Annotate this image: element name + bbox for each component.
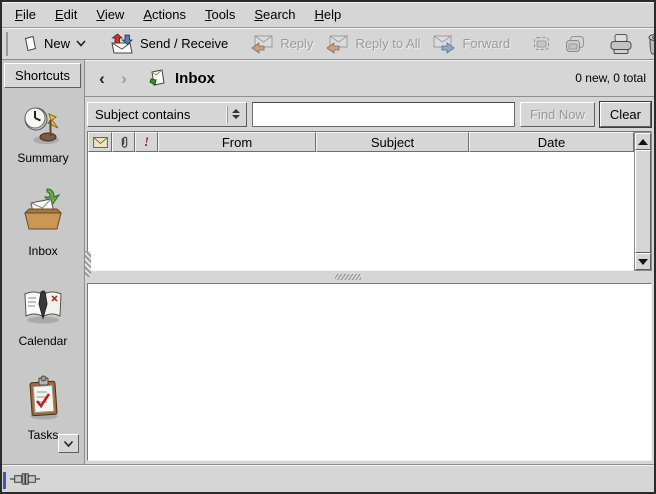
column-from[interactable]: From: [158, 132, 316, 152]
delete-button[interactable]: [640, 31, 656, 57]
clear-button[interactable]: Clear: [600, 102, 651, 127]
reply-to-all-label: Reply to All: [355, 36, 420, 51]
forward-label: Forward: [462, 36, 510, 51]
nav-back-arrow[interactable]: ‹: [95, 70, 109, 87]
nav-forward-arrow[interactable]: ›: [117, 70, 131, 87]
folder-title: Inbox: [175, 70, 215, 87]
summary-clock-icon: [22, 104, 64, 146]
send-receive-icon: [108, 33, 134, 55]
column-message-status[interactable]: [88, 132, 112, 152]
app-body: Shortcuts Summary: [2, 60, 654, 464]
sidebar-item-calendar-label[interactable]: Calendar: [2, 334, 84, 348]
message-status-envelope-icon: [93, 137, 108, 148]
sidebar-item-inbox-label[interactable]: Inbox: [2, 244, 84, 258]
pane-splitter[interactable]: [85, 271, 654, 283]
menu-file[interactable]: File: [15, 7, 36, 22]
message-list-header: ! From Subject Date: [88, 132, 651, 152]
menu-edit[interactable]: Edit: [55, 7, 77, 22]
sidebar-item-calendar[interactable]: [2, 286, 84, 326]
copy-to-folder-button[interactable]: [558, 33, 592, 55]
sidebar-scroll-down-button[interactable]: [58, 434, 79, 453]
message-list-scrollbar[interactable]: [634, 132, 652, 271]
sidebar-item-summary-label[interactable]: Summary: [2, 151, 84, 165]
menu-actions[interactable]: Actions: [143, 7, 186, 22]
send-receive-button[interactable]: Send / Receive: [102, 31, 234, 57]
column-from-label: From: [222, 135, 252, 150]
inbox-tray-icon: [21, 187, 65, 233]
new-button-label: New: [44, 36, 70, 51]
search-bar: Subject contains Find Now Clear: [85, 97, 654, 131]
find-now-label: Find Now: [530, 107, 585, 122]
sidebar-item-tasks[interactable]: [2, 375, 84, 421]
dropdown-spin-arrows-icon: [227, 106, 243, 123]
priority-exclamation-icon: !: [144, 134, 149, 150]
main-content: ‹ › Inbox 0 new, 0 total Subject contain…: [85, 60, 654, 464]
arrow-up-icon: [638, 139, 648, 145]
scrollbar-thumb[interactable]: [635, 150, 651, 253]
column-subject[interactable]: Subject: [316, 132, 469, 152]
splitter-grip[interactable]: [335, 274, 361, 280]
menubar: File Edit View Actions Tools Search Help: [2, 2, 654, 28]
reply-to-all-button[interactable]: Reply to All: [319, 32, 426, 56]
search-criteria-dropdown[interactable]: Subject contains: [87, 102, 247, 127]
shortcuts-label: Shortcuts: [15, 68, 70, 83]
inbox-folder-icon: [147, 68, 167, 88]
search-input[interactable]: [252, 102, 515, 127]
folder-header-bar: ‹ › Inbox 0 new, 0 total: [85, 60, 654, 97]
send-receive-label: Send / Receive: [140, 36, 228, 51]
column-priority[interactable]: !: [135, 132, 158, 152]
arrow-down-icon: [638, 259, 648, 265]
tasks-clipboard-icon: [22, 375, 64, 421]
move-to-folder-button[interactable]: [526, 33, 558, 55]
menu-help[interactable]: Help: [315, 7, 342, 22]
sidebar-item-summary[interactable]: [2, 104, 84, 146]
move-to-folder-icon: [532, 35, 552, 53]
find-now-button[interactable]: Find Now: [520, 102, 595, 127]
forward-icon: [432, 34, 456, 54]
shortcut-bar: Shortcuts Summary: [2, 60, 85, 464]
chevron-down-icon: [76, 40, 86, 47]
toolbar-drag-handle[interactable]: [6, 32, 8, 56]
message-list-rows[interactable]: [88, 152, 651, 270]
menu-search[interactable]: Search: [254, 7, 295, 22]
sidebar-item-inbox[interactable]: [2, 187, 84, 233]
new-message-icon: [22, 35, 38, 52]
column-attachment[interactable]: [112, 132, 135, 152]
reply-to-all-icon: [325, 34, 349, 54]
reply-icon: [250, 34, 274, 54]
statusbar: [2, 464, 654, 492]
trash-icon: [646, 33, 656, 55]
vertical-pane-grip[interactable]: [85, 251, 91, 277]
forward-button[interactable]: Forward: [426, 32, 516, 56]
scroll-down-button[interactable]: [635, 253, 651, 270]
column-date-label: Date: [538, 135, 565, 150]
search-criteria-value: Subject contains: [95, 107, 190, 122]
message-list: ! From Subject Date: [87, 131, 652, 271]
chevron-down-icon: [63, 440, 74, 448]
copy-to-folder-icon: [564, 35, 586, 53]
toolbar: New Send / Receive Reply: [2, 28, 654, 60]
preview-pane[interactable]: [87, 283, 652, 461]
calendar-book-icon: [21, 286, 65, 326]
folder-message-counts: 0 new, 0 total: [575, 71, 646, 85]
evolution-main-window: File Edit View Actions Tools Search Help…: [0, 0, 656, 494]
menu-view[interactable]: View: [96, 7, 124, 22]
scroll-up-button[interactable]: [635, 133, 651, 150]
menu-tools[interactable]: Tools: [205, 7, 235, 22]
reply-button[interactable]: Reply: [244, 32, 319, 56]
online-connector-icon[interactable]: [10, 472, 40, 486]
print-icon: [608, 33, 634, 55]
reply-label: Reply: [280, 36, 313, 51]
statusbar-resize-tick: [3, 472, 6, 489]
column-date[interactable]: Date: [469, 132, 634, 152]
print-button[interactable]: [602, 31, 640, 57]
new-button[interactable]: New: [16, 33, 92, 54]
column-subject-label: Subject: [371, 135, 414, 150]
clear-label: Clear: [610, 107, 641, 122]
attachment-paperclip-icon: [119, 135, 129, 150]
shortcuts-group-button[interactable]: Shortcuts: [4, 63, 81, 88]
